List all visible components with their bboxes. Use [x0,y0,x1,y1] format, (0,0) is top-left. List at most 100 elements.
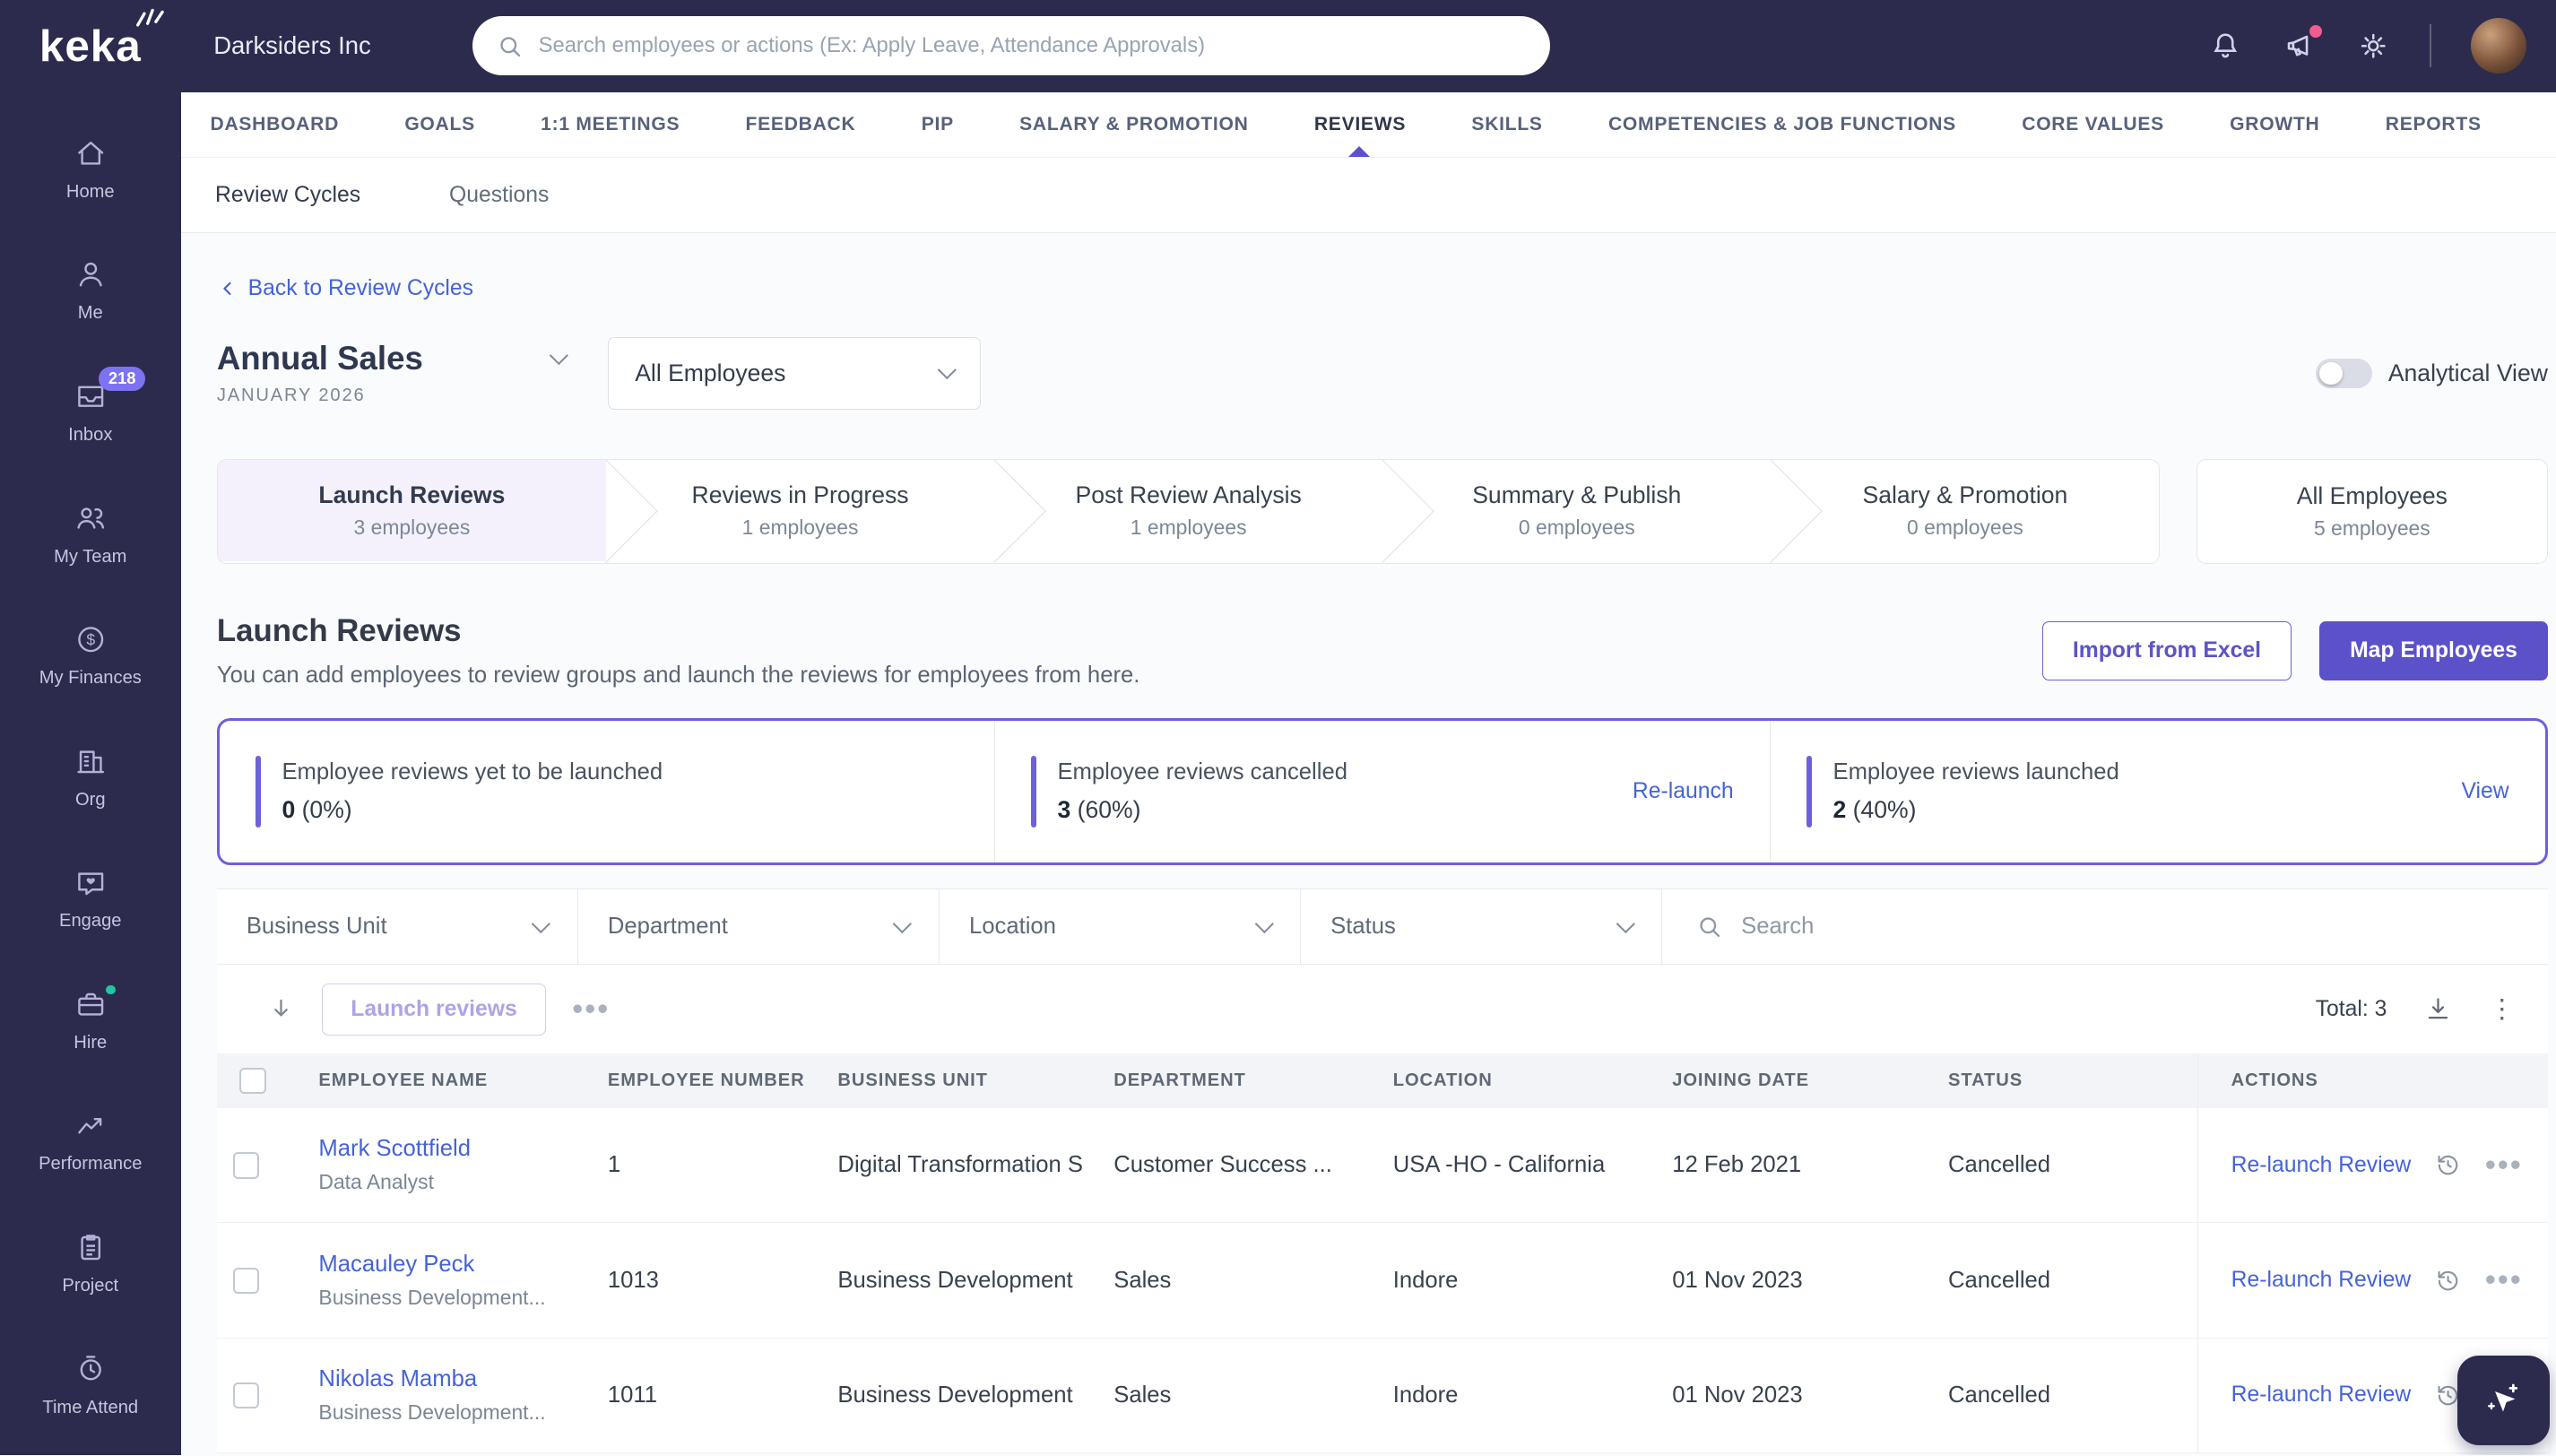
finances-icon: $ [77,627,103,653]
employee-name-link[interactable]: Nikolas Mamba [318,1366,477,1391]
launch-reviews-header: Launch Reviews You can add employees to … [217,613,2548,689]
sidebar-item-my-team[interactable]: My Team [0,473,181,595]
cycle-selector[interactable]: Annual Sales JANUARY 2026 [217,340,568,406]
analytical-view-toggle[interactable] [2316,358,2372,388]
map-employees-button[interactable]: Map Employees [2319,620,2548,680]
step-all-employees[interactable]: All Employees 5 employees [2196,458,2548,564]
table-search-input[interactable] [1741,914,2516,940]
sidebar-item-inbox[interactable]: 218 Inbox [0,351,181,473]
keka-logo[interactable]: keka [39,9,165,71]
sidebar-item-performance[interactable]: Performance [0,1081,181,1203]
status-filter[interactable]: Status [1301,889,1663,965]
subtab-review-cycles[interactable]: Review Cycles [215,183,360,208]
department-filter[interactable]: Department [578,889,940,965]
settings-gear-icon[interactable] [2356,29,2390,63]
hire-briefcase-icon [77,992,103,1016]
tab-pip[interactable]: PIP [922,92,954,157]
step-launch-reviews[interactable]: Launch Reviews 3 employees [217,459,606,562]
tab-competencies[interactable]: COMPETENCIES & JOB FUNCTIONS [1608,92,1956,157]
employee-group-select[interactable]: All Employees [607,337,981,410]
sidebar-item-home[interactable]: Home [0,108,181,230]
step-subtitle: 0 employees [1907,516,2023,540]
relaunch-review-link[interactable]: Re-launch Review [2231,1153,2412,1178]
kebab-menu-icon[interactable]: ⋮ [2489,993,2515,1025]
stat-percent: (40%) [1852,796,1917,824]
sidebar-item-time-attend[interactable]: Time Attend [0,1324,181,1446]
step-title: Salary & Promotion [1862,481,2068,508]
step-salary-promotion[interactable]: Salary & Promotion 0 employees [1771,460,2159,562]
sidebar-item-label: Hire [74,1032,108,1053]
business-unit-cell: Business Development [808,1338,1085,1453]
stat-label: Employee reviews yet to be launched [282,758,663,784]
joining-date-cell: 01 Nov 2023 [1642,1338,1919,1453]
relaunch-review-link[interactable]: Re-launch Review [2231,1268,2412,1293]
topbar-divider [2429,24,2431,68]
history-icon[interactable] [2434,1151,2462,1179]
location-cell: Indore [1363,1338,1643,1453]
business-unit-filter[interactable]: Business Unit [217,889,578,965]
back-to-review-cycles[interactable]: Back to Review Cycles [217,276,473,301]
joining-date-cell: 12 Feb 2021 [1642,1107,1919,1224]
tab-growth[interactable]: GROWTH [2230,92,2319,157]
sidebar-item-project[interactable]: Project [0,1202,181,1324]
step-title: Post Review Analysis [1075,481,1302,508]
tab-core-values[interactable]: CORE VALUES [2022,92,2164,157]
table-search[interactable] [1662,889,2548,964]
sidebar-item-hire[interactable]: Hire [0,959,181,1081]
sidebar-item-my-finances[interactable]: $ My Finances [0,594,181,716]
tab-reviews[interactable]: REVIEWS [1314,92,1406,158]
employee-number: 1013 [577,1222,809,1339]
whats-new-icon[interactable] [2282,22,2325,63]
col-employee-number: EMPLOYEE NUMBER [577,1053,809,1108]
keka-logo-text: keka [39,21,142,71]
tab-reports[interactable]: REPORTS [2386,92,2482,157]
sidebar-item-org[interactable]: Org [0,716,181,838]
tab-salary-promotion[interactable]: SALARY & PROMOTION [1019,92,1248,157]
tab-feedback[interactable]: FEEDBACK [746,92,856,157]
step-post-review-analysis[interactable]: Post Review Analysis 1 employees [994,460,1382,562]
history-icon[interactable] [2434,1267,2462,1295]
step-reviews-in-progress[interactable]: Reviews in Progress 1 employees [606,460,994,562]
app-window: keka Darksiders Inc Search employees or … [0,0,2556,1456]
tab-goals[interactable]: GOALS [404,92,475,157]
employee-name-link[interactable]: Mark Scottfield [318,1136,471,1161]
launch-reviews-button[interactable]: Launch reviews [322,983,546,1036]
notifications-bell-icon[interactable] [2208,29,2242,63]
sidebar-item-engage[interactable]: Engage [0,837,181,959]
sidebar-item-me[interactable]: Me [0,230,181,351]
sidebar-item-label: My Finances [39,668,142,689]
table-row: Nikolas Mamba Business Development... 10… [216,1338,2548,1453]
global-search[interactable] [472,16,1551,76]
toggle-knob [2318,361,2343,386]
import-from-excel-button[interactable]: Import from Excel [2041,620,2292,680]
filter-label: Business Unit [246,914,387,940]
tab-skills[interactable]: SKILLS [1471,92,1542,157]
ai-assistant-button[interactable] [2457,1355,2550,1446]
col-joining-date: JOINING DATE [1642,1053,1919,1108]
employee-name-link[interactable]: Macauley Peck [318,1252,474,1277]
user-avatar[interactable] [2470,18,2527,74]
tab-1-1-meetings[interactable]: 1:1 MEETINGS [541,92,680,157]
search-icon [1700,917,1720,938]
relaunch-link[interactable]: Re-launch [1633,779,1734,804]
relaunch-review-link[interactable]: Re-launch Review [2231,1382,2412,1408]
analytical-view-group: Analytical View [2316,358,2548,388]
global-search-input[interactable] [538,33,1528,59]
sidebar-item-label: My Team [54,546,127,567]
sidebar-item-label: Inbox [68,424,113,445]
back-chevron-icon [223,282,231,295]
download-icon[interactable] [2423,994,2453,1024]
step-subtitle: 1 employees [741,516,859,540]
sort-arrow-icon[interactable] [266,994,296,1024]
row-checkbox[interactable] [233,1382,260,1409]
employees-panel: Business Unit Department Location Status [216,888,2548,1453]
subtab-questions[interactable]: Questions [449,183,549,208]
step-summary-publish[interactable]: Summary & Publish 0 employees [1382,460,1771,562]
step-title: Reviews in Progress [691,481,909,508]
row-checkbox[interactable] [233,1267,260,1295]
row-checkbox[interactable] [233,1152,260,1179]
view-link[interactable]: View [2461,779,2508,804]
tab-dashboard[interactable]: DASHBOARD [211,92,340,157]
location-filter[interactable]: Location [940,889,1302,965]
select-all-checkbox[interactable] [239,1067,266,1095]
